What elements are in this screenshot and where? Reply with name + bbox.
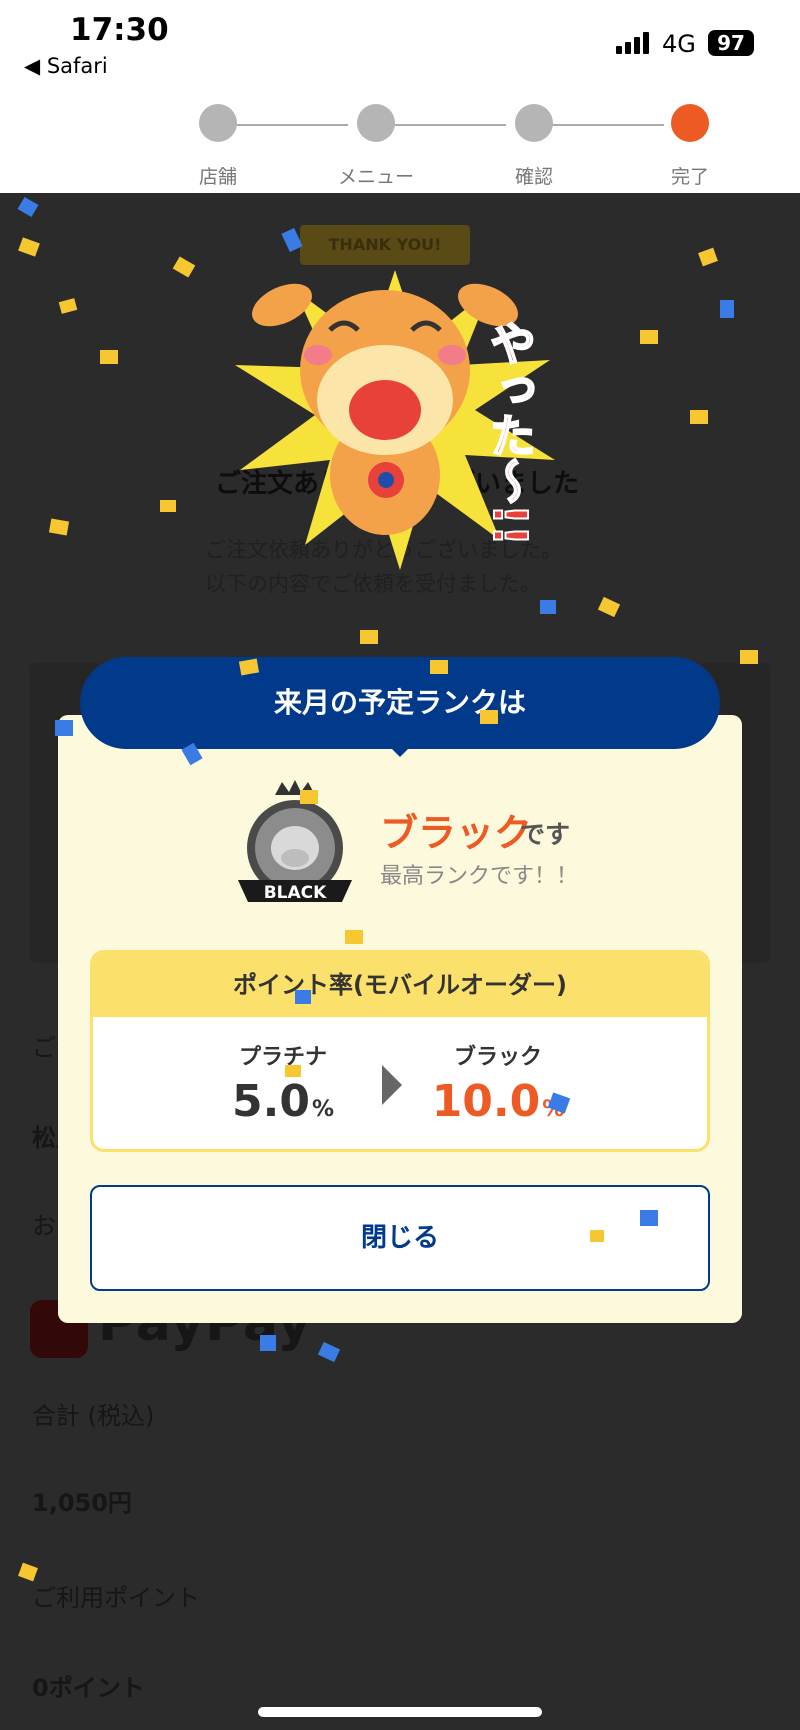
step-store: 店舗 (158, 104, 278, 189)
network-label: 4G (662, 30, 696, 58)
modal-header: 来月の予定ランクは (80, 657, 720, 757)
status-time: 17:30 (70, 12, 169, 48)
order-progress-stepper: 店舗 メニュー 確認 完了 (0, 90, 800, 193)
step-complete: 完了 (630, 104, 750, 189)
step-dot (357, 104, 395, 142)
back-to-safari-link[interactable]: ◀ Safari (24, 54, 108, 78)
step-dot (515, 104, 553, 142)
mascot-cheek (304, 345, 332, 365)
step-label: 店舗 (198, 166, 237, 188)
status-bar: 17:30 ◀ Safari 4G 97 (0, 0, 800, 90)
point-rate-box: ポイント率(モバイルオーダー) プラチナ 5.0% ブラック 10.0% (90, 950, 710, 1152)
next-rank-label: ブラック (453, 1045, 542, 1070)
total-value: 1,050円 (32, 1489, 132, 1517)
current-rank-label: プラチナ (238, 1045, 327, 1070)
step-label: 確認 (514, 166, 553, 188)
rank-subtitle: 最高ランクです！！ (380, 864, 579, 889)
home-indicator[interactable] (258, 1707, 542, 1717)
rank-name: ブラック (380, 811, 533, 855)
rank-suffix: です (520, 820, 571, 849)
black-rank-badge-icon: BLACK (238, 780, 352, 903)
percent-unit: % (542, 1097, 565, 1122)
mascot-mouth (349, 380, 421, 440)
point-rate-title: ポイント率(モバイルオーダー) (93, 953, 707, 1017)
percent-unit: % (311, 1097, 334, 1122)
step-dot-active (671, 104, 709, 142)
mascot-emblem-center (378, 472, 394, 488)
celebration-shout: やった〜!! (483, 320, 537, 546)
battery-icon: 97 (708, 30, 754, 56)
points-value: 0ポイント (32, 1674, 145, 1702)
close-button[interactable]: 閉じる (90, 1185, 710, 1291)
signal-icon (616, 32, 652, 54)
next-rate-value: 10.0% (431, 1076, 565, 1127)
cow-mascot-celebration: やった〜!! (235, 270, 555, 570)
step-dot (199, 104, 237, 142)
header-pointer (384, 741, 416, 757)
badge-label: BLACK (264, 883, 327, 903)
total-label: 合計 (税込) (32, 1402, 155, 1430)
mascot-cheek (438, 345, 466, 365)
points-label: ご利用ポイント (32, 1584, 200, 1612)
step-label: メニュー (337, 166, 414, 188)
step-menu: メニュー (316, 104, 436, 189)
crown-icon (275, 780, 315, 795)
current-rate-value: 5.0% (232, 1076, 334, 1127)
modal-title: 来月の予定ランクは (273, 686, 526, 719)
step-label: 完了 (670, 166, 709, 188)
step-confirm: 確認 (474, 104, 594, 189)
mascot-ear (252, 283, 312, 327)
